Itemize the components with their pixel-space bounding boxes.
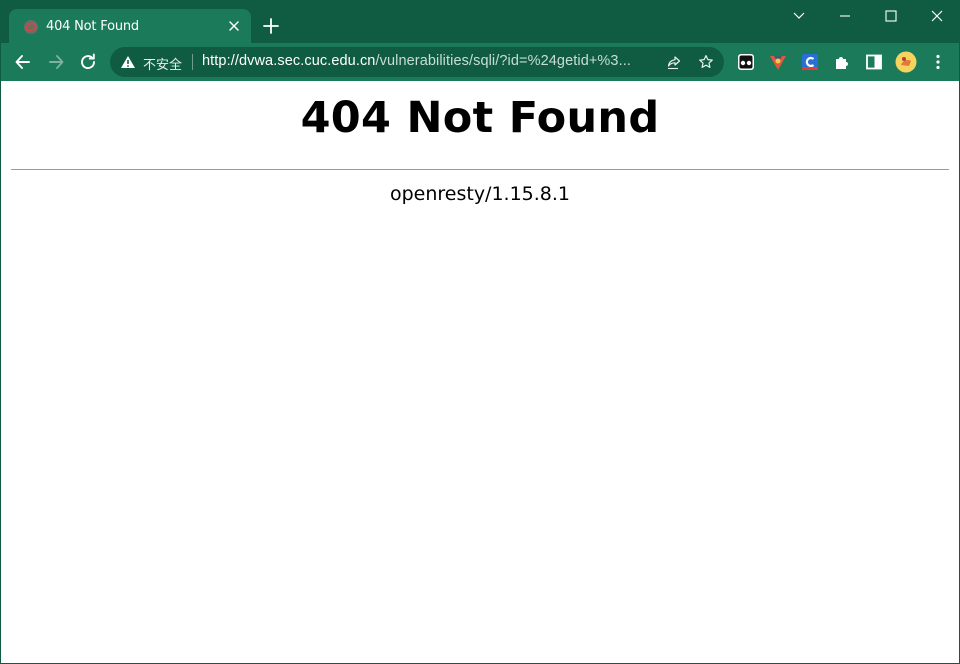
warning-icon[interactable] — [120, 54, 136, 70]
close-icon[interactable] — [226, 18, 242, 34]
glasses-extension-icon[interactable] — [736, 52, 756, 72]
toolbar: 不安全 http://dvwa.sec.cuc.edu.cn/vulnerabi… — [1, 43, 959, 81]
back-icon[interactable] — [13, 52, 33, 72]
reload-icon[interactable] — [78, 52, 98, 72]
sidebar-icon[interactable] — [864, 52, 884, 72]
extension-icon[interactable] — [832, 52, 852, 72]
omnibox-divider — [192, 54, 193, 70]
horizontal-rule — [11, 169, 949, 170]
close-window-icon[interactable] — [928, 7, 946, 25]
url-host: http://dvwa.sec.cuc.edu.cn — [202, 53, 376, 69]
chevron-down-icon[interactable] — [790, 7, 808, 25]
favicon-icon — [24, 20, 38, 34]
c-extension-icon[interactable] — [800, 52, 820, 72]
page-content: 404 Not Found openresty/1.15.8.1 — [1, 81, 959, 663]
server-signature: openresty/1.15.8.1 — [389, 183, 571, 205]
forward-icon[interactable] — [46, 52, 66, 72]
tab-title: 404 Not Found — [46, 19, 139, 34]
minimize-icon[interactable] — [836, 7, 854, 25]
url-text[interactable]: http://dvwa.sec.cuc.edu.cn/vulnerabiliti… — [202, 53, 660, 69]
page-heading: 404 Not Found — [300, 93, 660, 143]
menu-icon[interactable] — [928, 52, 948, 72]
browser-window: 404 Not Found 不安全 http://dvwa.sec.cuc.ed… — [0, 0, 960, 664]
plus-icon[interactable] — [262, 17, 280, 35]
share-icon[interactable] — [666, 54, 682, 70]
tab-strip: 404 Not Found — [1, 1, 959, 43]
active-tab[interactable]: 404 Not Found — [9, 9, 251, 43]
profile-avatar[interactable] — [895, 51, 917, 73]
maximize-icon[interactable] — [882, 7, 900, 25]
vue-devtools-icon[interactable] — [768, 52, 788, 72]
star-icon[interactable] — [698, 54, 714, 70]
address-bar[interactable]: 不安全 http://dvwa.sec.cuc.edu.cn/vulnerabi… — [110, 47, 724, 77]
url-path: /vulnerabilities/sqli/?id=%24getid+%3... — [375, 53, 631, 69]
security-label[interactable]: 不安全 — [143, 54, 182, 73]
